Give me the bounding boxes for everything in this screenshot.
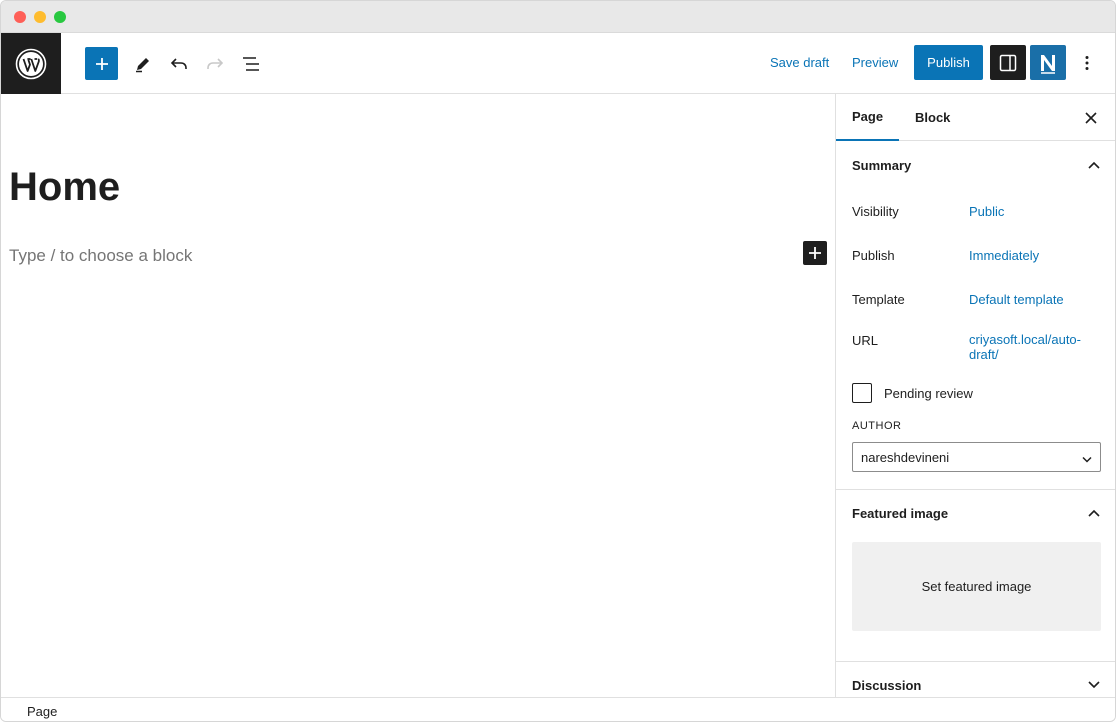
summary-heading: Summary	[852, 157, 912, 173]
close-window-button[interactable]	[14, 11, 26, 23]
minimize-window-button[interactable]	[34, 11, 46, 23]
author-label: AUTHOR	[852, 420, 902, 432]
settings-panel-toggle-icon[interactable]	[990, 45, 1026, 80]
publish-button[interactable]: Publish	[914, 45, 983, 80]
more-options-icon[interactable]	[1077, 47, 1097, 79]
breadcrumb-page[interactable]: Page	[27, 704, 57, 719]
tab-page[interactable]: Page	[836, 94, 900, 141]
sidebar-tabs: Page Block	[836, 94, 1115, 141]
plugin-n-logo-icon[interactable]	[1030, 45, 1066, 80]
save-draft-button[interactable]: Save draft	[770, 55, 829, 70]
summary-panel-header[interactable]: Summary	[836, 141, 1115, 189]
block-breadcrumb-bar: Page	[1, 697, 1115, 721]
redo-icon[interactable]	[198, 47, 231, 80]
browser-window: Save draft Preview Publish Home Type / t…	[0, 0, 1116, 722]
discussion-heading: Discussion	[852, 677, 922, 693]
chevron-up-icon	[1085, 504, 1103, 522]
wordpress-logo-icon[interactable]	[1, 33, 61, 94]
maximize-window-button[interactable]	[54, 11, 66, 23]
discussion-panel-header[interactable]: Discussion	[836, 661, 1115, 697]
editor-canvas: Home Type / to choose a block	[1, 94, 835, 697]
url-label: URL	[852, 333, 879, 348]
list-view-icon[interactable]	[234, 47, 267, 80]
url-value[interactable]: criyasoft.local/auto-draft/	[969, 332, 1097, 362]
window-titlebar	[1, 1, 1115, 33]
template-label: Template	[852, 292, 905, 307]
block-placeholder[interactable]: Type / to choose a block	[9, 246, 192, 266]
page-title[interactable]: Home	[9, 165, 120, 210]
author-select-value: nareshdevineni	[861, 449, 950, 465]
add-block-button[interactable]	[85, 47, 118, 80]
pending-review-label[interactable]: Pending review	[884, 386, 973, 401]
settings-sidebar: Page Block Summary Visibility Public Pub…	[835, 94, 1115, 697]
tab-block[interactable]: Block	[899, 94, 966, 141]
undo-icon[interactable]	[162, 47, 195, 80]
publish-date-value[interactable]: Immediately	[969, 248, 1099, 263]
publish-label: Publish	[852, 248, 895, 263]
edit-tool-icon[interactable]	[126, 47, 159, 80]
visibility-value[interactable]: Public	[969, 204, 1099, 219]
chevron-down-icon	[1085, 676, 1103, 694]
set-featured-image-button[interactable]: Set featured image	[852, 542, 1101, 631]
chevron-up-icon	[1085, 156, 1103, 174]
featured-image-panel-header[interactable]: Featured image	[836, 489, 1115, 537]
author-select[interactable]: nareshdevineni	[852, 442, 1101, 472]
featured-image-heading: Featured image	[852, 505, 949, 521]
visibility-label: Visibility	[852, 204, 899, 219]
close-icon[interactable]	[1081, 108, 1101, 128]
chevron-down-icon	[1082, 451, 1092, 466]
template-value[interactable]: Default template	[969, 292, 1099, 307]
preview-button[interactable]: Preview	[852, 55, 898, 70]
add-block-inline-button[interactable]	[803, 241, 827, 265]
pending-review-checkbox[interactable]	[852, 383, 872, 403]
